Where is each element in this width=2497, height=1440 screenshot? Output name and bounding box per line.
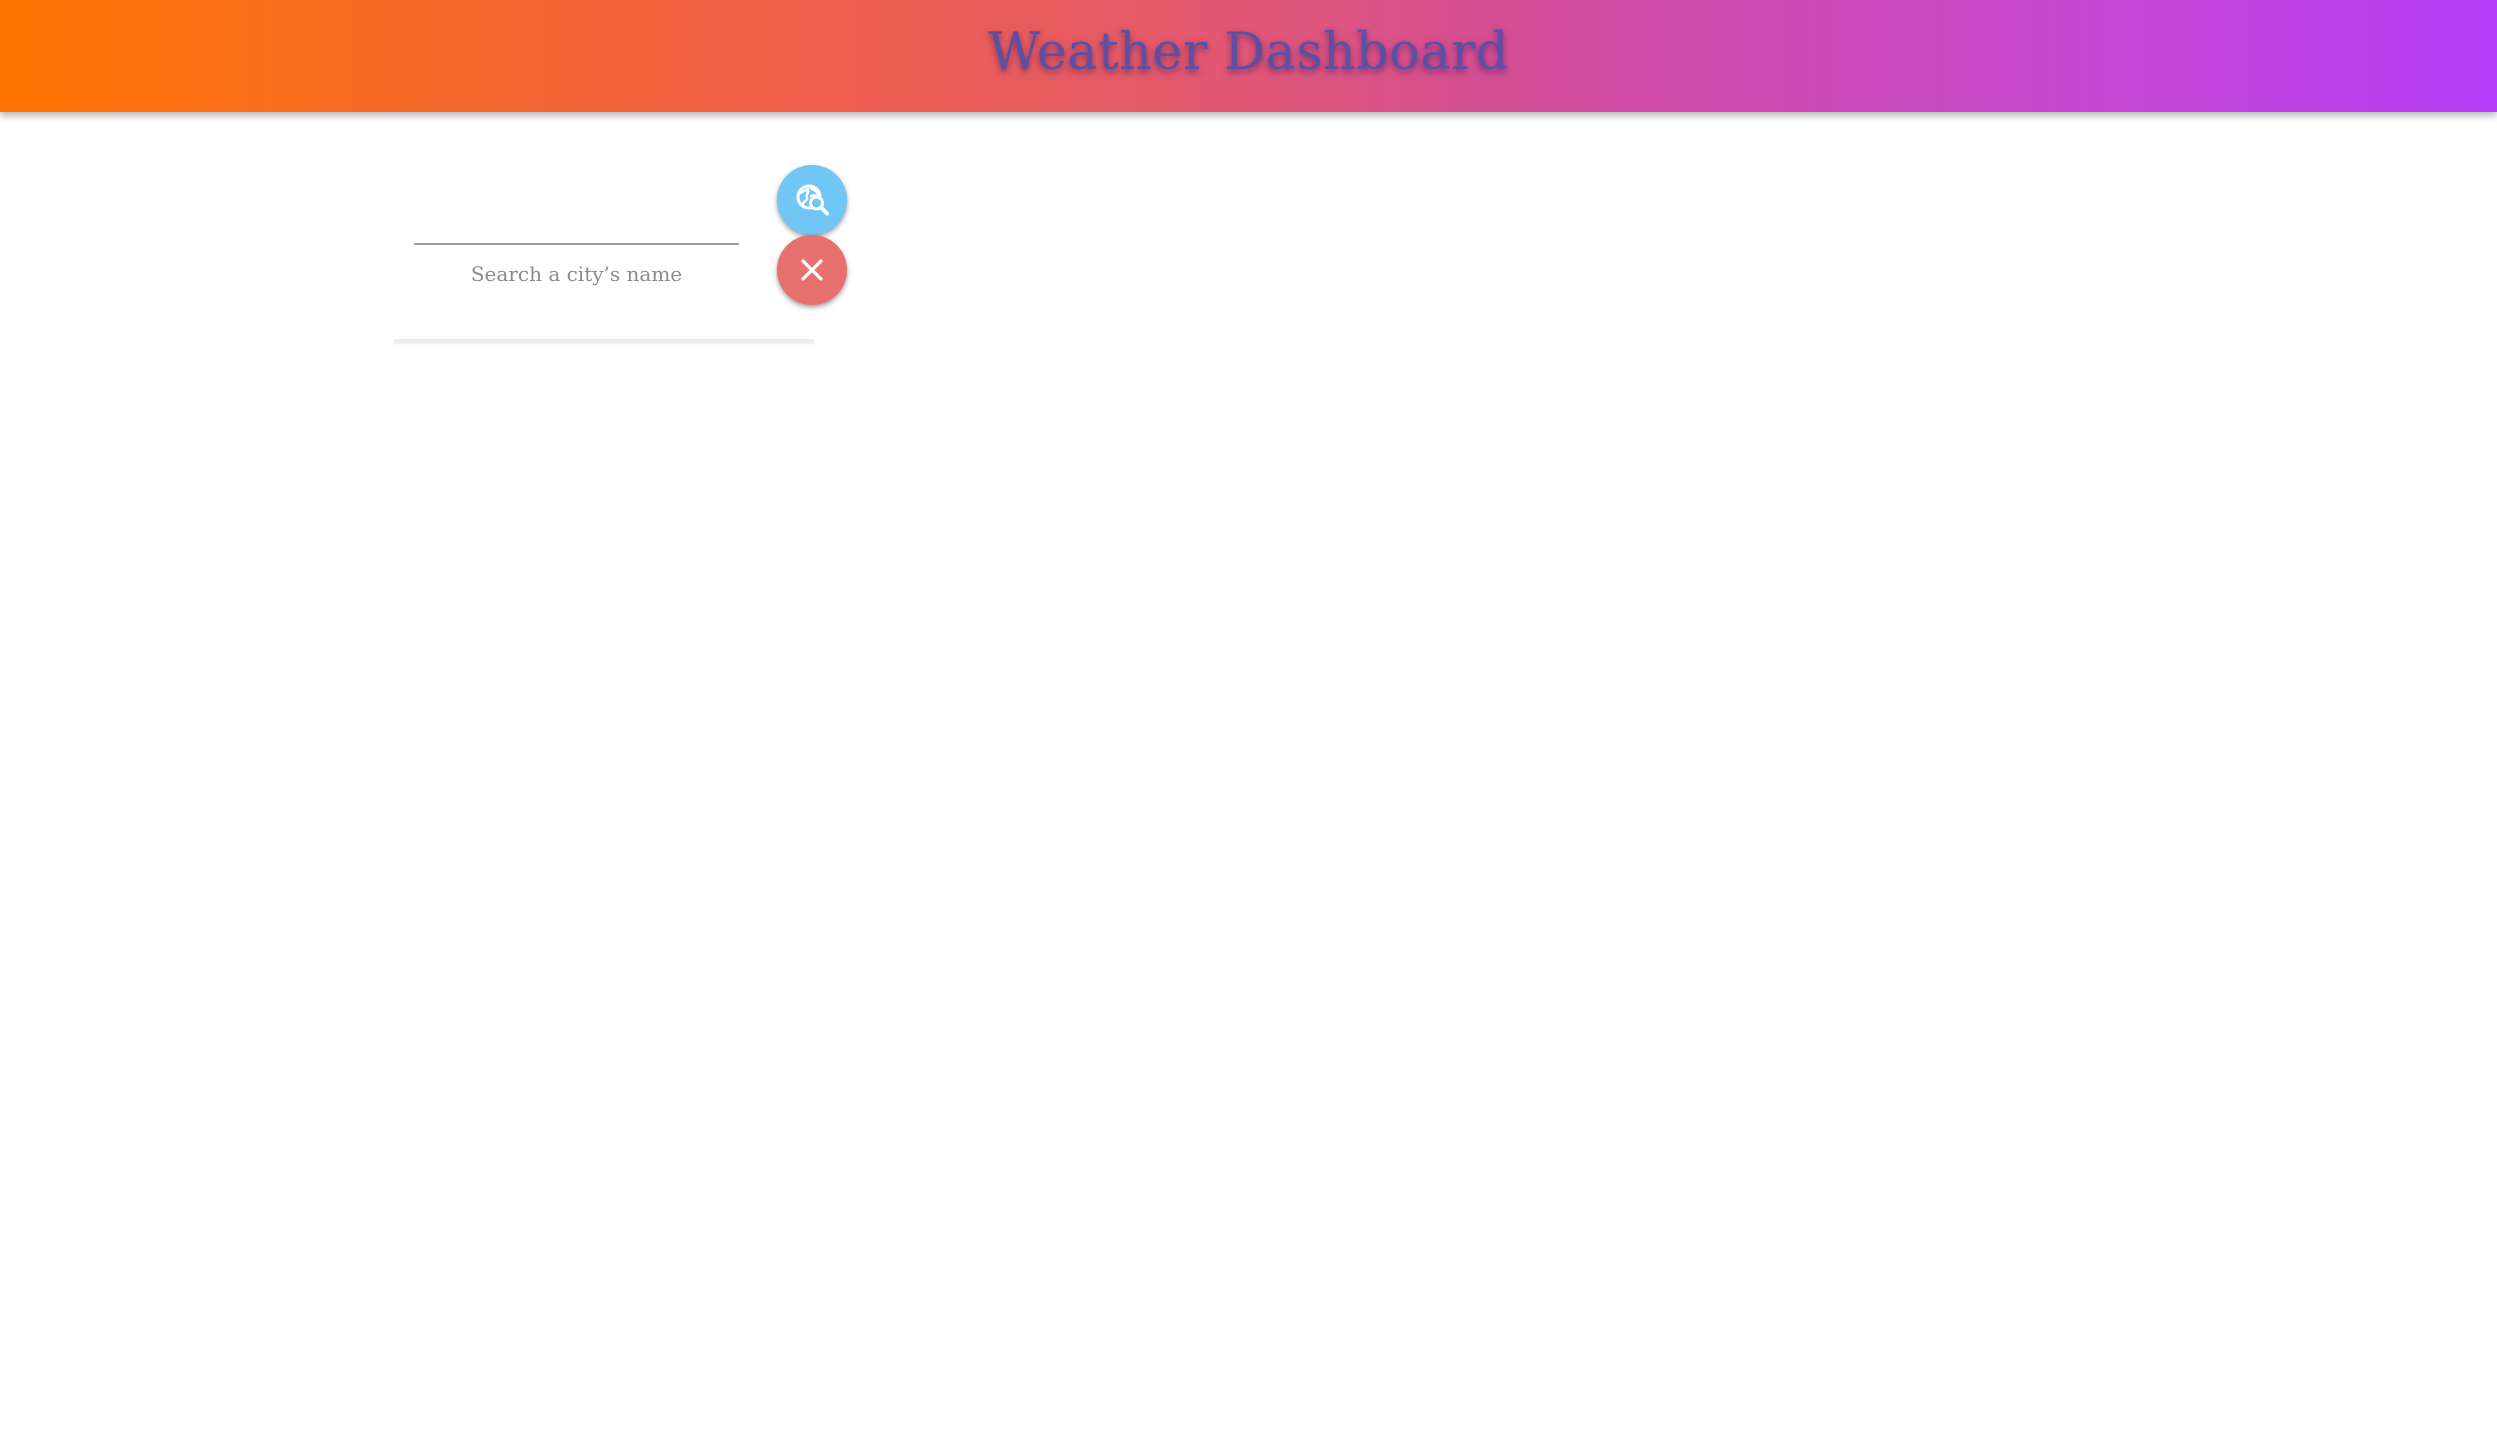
- clear-search-button[interactable]: [777, 235, 847, 305]
- search-input-underline: [414, 243, 739, 245]
- globe-search-icon: [796, 184, 829, 216]
- search-results-divider: [394, 339, 814, 343]
- close-icon: [801, 259, 823, 281]
- city-search-input[interactable]: [414, 186, 739, 243]
- search-button[interactable]: [777, 165, 847, 235]
- page-title: Weather Dashboard: [988, 22, 1509, 82]
- city-search-panel: Search a city’s name: [394, 148, 814, 341]
- search-helper-text: Search a city’s name: [470, 262, 683, 286]
- app-header: Weather Dashboard: [0, 0, 2497, 112]
